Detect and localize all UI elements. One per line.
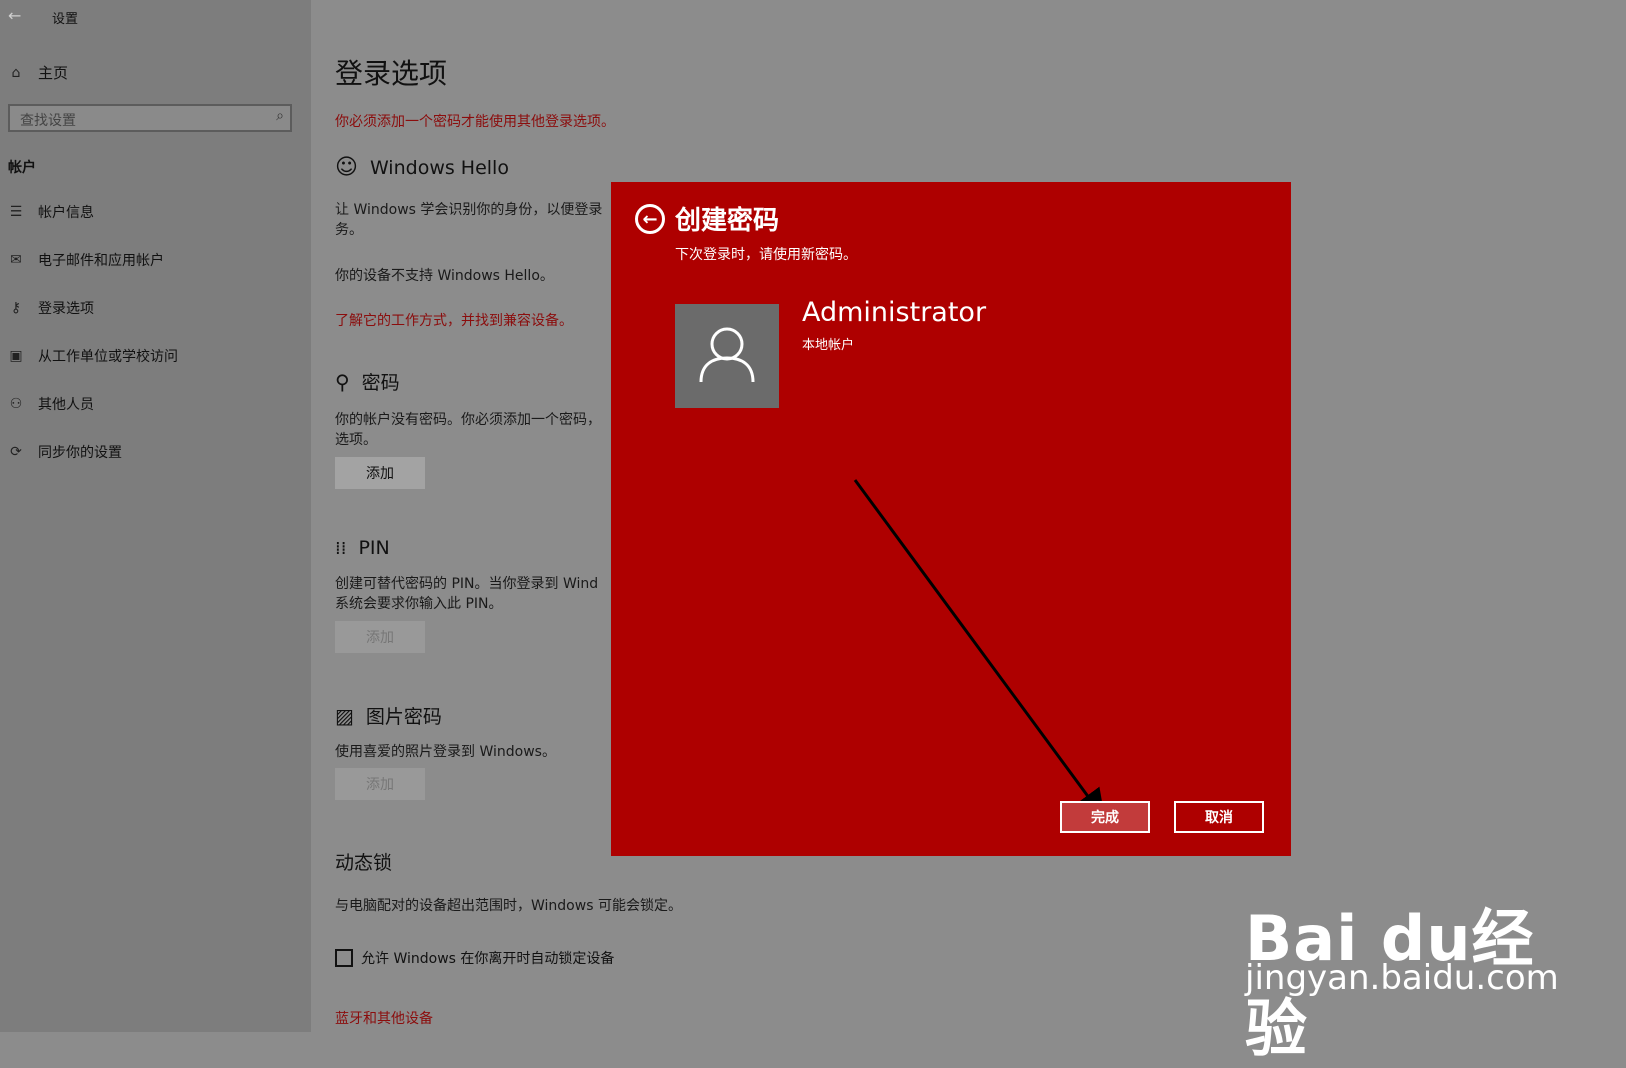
baidu-watermark: Bai du经验 jingyan.baidu.com [1245,858,1575,1065]
sidebar-item-work-school[interactable]: ▣ 从工作单位或学校访问 [8,346,178,366]
pin-desc: 创建可替代密码的 PIN。当你登录到 Wind系统会要求你输入此 PIN。 [335,576,599,612]
dynamic-lock-heading: 动态锁 [335,852,393,874]
password-title: 密码 [361,372,400,394]
sidebar: ← 设置 ⌂ 主页 查找设置 ⌕ 帐户 ☰ 帐户信息 ✉ 电子邮件和应用帐户 ⚷… [0,0,311,1032]
sync-icon: ⟳ [10,444,22,460]
windows-hello-desc: 让 Windows 学会识别你的身份，以便登录务。 [335,202,603,238]
user-name: Administrator [802,297,987,328]
password-warning: 你必须添加一个密码才能使用其他登录选项。 [335,114,615,130]
finish-button[interactable]: 完成 [1060,801,1150,833]
home-label: 主页 [38,64,69,82]
smiley-icon: ☺ [335,155,358,180]
dialog-title: 创建密码 [675,206,780,236]
pin-title: PIN [358,537,390,559]
annotation-arrow [853,479,1106,820]
sidebar-item-account-info[interactable]: ☰ 帐户信息 [8,202,94,222]
pin-heading: ⁞⁞ PIN [335,537,390,559]
key-icon: ⚲ [335,369,350,394]
picture-icon: ▨ [335,703,354,728]
sidebar-item-email[interactable]: ✉ 电子邮件和应用帐户 [8,250,164,270]
windows-hello-title: Windows Hello [369,156,509,179]
windows-hello-unsupported: 你的设备不支持 Windows Hello。 [335,268,554,284]
watermark-url: jingyan.baidu.com [1245,958,1559,998]
sidebar-item-label: 从工作单位或学校访问 [38,349,178,365]
home-link[interactable]: ⌂ 主页 [8,62,68,83]
back-arrow-icon[interactable]: ← [8,6,21,25]
avatar [675,304,779,408]
dynamic-lock-checkbox[interactable] [335,949,353,967]
briefcase-icon: ▣ [9,348,23,364]
search-icon[interactable]: ⌕ [276,108,284,124]
windows-hello-heading: ☺ Windows Hello [335,155,509,180]
person-add-icon: ⚇ [9,396,23,412]
sidebar-item-label: 帐户信息 [38,205,94,221]
section-header-accounts: 帐户 [8,160,36,176]
add-pin-button[interactable]: 添加 [335,621,425,653]
user-type: 本地帐户 [802,338,855,353]
sidebar-item-label: 其他人员 [38,397,94,413]
page-title: 登录选项 [335,57,448,90]
key-icon: ⚷ [10,300,22,316]
add-picture-password-button[interactable]: 添加 [335,768,425,800]
dialog-subtitle: 下次登录时，请使用新密码。 [675,247,857,263]
sidebar-item-label: 登录选项 [38,301,94,317]
dialog-back-icon[interactable]: ← [635,204,665,234]
search-placeholder: 查找设置 [20,113,76,129]
password-desc: 你的帐户没有密码。你必须添加一个密码，选项。 [335,412,601,448]
sidebar-item-sign-in-options[interactable]: ⚷ 登录选项 [8,298,94,318]
dynamic-lock-checkbox-label: 允许 Windows 在你离开时自动锁定设备 [361,951,615,967]
home-icon: ⌂ [11,64,21,81]
picture-password-heading: ▨ 图片密码 [335,702,442,729]
user-icon [699,327,755,383]
account-info-icon: ☰ [9,204,23,220]
keypad-icon: ⁞⁞ [335,537,347,559]
app-title: 设置 [52,12,79,27]
search-input[interactable]: 查找设置 ⌕ [8,104,292,132]
windows-hello-learn-link[interactable]: 了解它的工作方式，并找到兼容设备。 [335,310,573,330]
mail-icon: ✉ [10,252,22,268]
sidebar-item-label: 同步你的设置 [38,445,122,461]
cancel-button[interactable]: 取消 [1174,801,1264,833]
dynamic-lock-desc: 与电脑配对的设备超出范围时，Windows 可能会锁定。 [335,898,682,914]
bluetooth-link[interactable]: 蓝牙和其他设备 [335,1008,433,1028]
password-heading: ⚲ 密码 [335,368,400,395]
sidebar-item-other-people[interactable]: ⚇ 其他人员 [8,394,94,414]
add-password-button[interactable]: 添加 [335,457,425,489]
dynamic-lock-checkbox-row[interactable]: 允许 Windows 在你离开时自动锁定设备 [335,948,614,968]
titlebar: ← 设置 [0,0,311,32]
sidebar-item-label: 电子邮件和应用帐户 [38,253,164,269]
create-password-dialog: ← 创建密码 下次登录时，请使用新密码。 Administrator 本地帐户 … [611,182,1291,856]
sidebar-item-sync[interactable]: ⟳ 同步你的设置 [8,442,122,462]
picture-password-title: 图片密码 [365,706,442,728]
picture-password-desc: 使用喜爱的照片登录到 Windows。 [335,744,556,760]
